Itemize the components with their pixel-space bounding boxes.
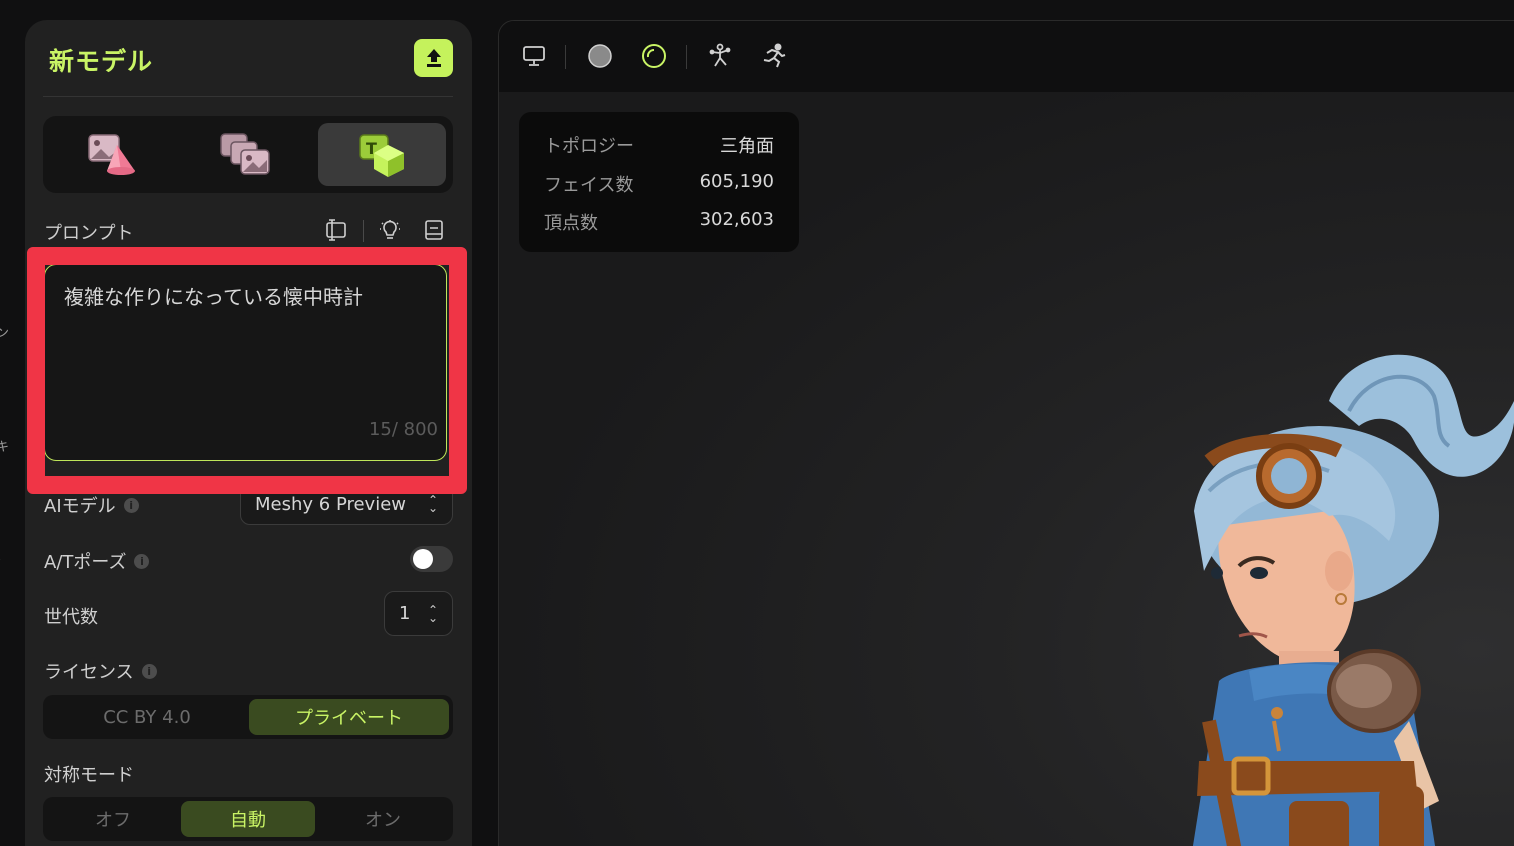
prompt-text[interactable]: 複雑な作りになっている懐中時計 [64,281,363,310]
stat-value: 三角面 [720,136,774,157]
generations-label: 世代数 [44,607,98,628]
symmetry-option-on[interactable]: オン [317,801,449,837]
upload-icon [426,49,441,67]
generations-label-row: 世代数 [44,603,98,629]
wireframe-sphere-icon [642,44,666,68]
info-icon[interactable]: i [134,553,150,569]
offscreen-sidebar-glyph: - [0,552,6,567]
license-option-cc-by[interactable]: CC BY 4.0 [47,699,247,735]
ai-model-label-row: AIモデル i [44,492,139,518]
ai-model-label: AIモデル [44,496,116,517]
toolbar-separator [686,45,687,69]
stat-row-vertices: 頂点数 302,603 [544,209,774,235]
stat-row-topology: トポロジー 三角面 [544,132,774,158]
mesh-stats-panel: トポロジー 三角面 フェイス数 605,190 頂点数 302,603 [519,112,799,252]
stat-row-faces: フェイス数 605,190 [544,171,774,197]
ai-model-select[interactable]: Meshy 6 Preview ⌃ ⌄ [240,483,453,525]
info-icon[interactable]: i [123,497,139,513]
chevron-updown-icon: ⌃ ⌄ [427,493,438,515]
app-root: ン キ - 新モデル [0,0,1514,846]
book-icon [425,220,443,240]
toolbar-separator [565,45,566,69]
3d-viewport[interactable]: トポロジー 三角面 フェイス数 605,190 頂点数 302,603 [498,20,1514,846]
prompt-label: プロンプト [44,223,134,244]
multi-image-to-3d-tab[interactable] [183,123,311,186]
generations-value: 1 [399,603,411,624]
running-icon [763,43,786,68]
panel-title: 新モデル [49,47,154,76]
at-pose-label-row: A/Tポーズ i [44,548,150,574]
char-count: 15/ 800 [368,419,438,440]
shaded-view-button[interactable] [587,43,613,69]
prompt-library-button[interactable] [422,218,446,242]
generation-mode-group: T [43,116,453,193]
image-to-3d-tab[interactable] [49,123,177,186]
symmetry-option-auto[interactable]: 自動 [181,801,315,837]
rig-icon [709,43,731,67]
generation-panel: 新モデル T プロンプト 複雑な作りになっている懐中時計 15/ 800 AIモ… [25,20,472,846]
license-option-private[interactable]: プライベート [249,699,449,735]
stat-label: トポロジー [544,136,634,157]
stat-value: 605,190 [699,171,774,192]
offscreen-sidebar-glyph: ン [0,326,10,341]
generations-stepper[interactable]: 1 ⌃ ⌄ [384,591,453,636]
prompt-textarea[interactable]: 複雑な作りになっている懐中時計 15/ 800 [44,264,447,461]
image-to-3d-icon [88,133,135,175]
symmetry-label-row: 対称モード [44,761,134,787]
lightbulb-icon [380,220,400,239]
license-label: ライセンス [44,662,134,683]
at-pose-label: A/Tポーズ [44,552,127,573]
license-segmented-control: CC BY 4.0 プライベート [43,695,453,739]
text-cursor-button[interactable] [324,218,348,242]
solid-sphere-icon [588,44,612,68]
monitor-icon [523,46,545,66]
at-pose-toggle[interactable] [410,546,453,572]
info-icon[interactable]: i [141,663,157,679]
symmetry-option-off[interactable]: オフ [47,801,179,837]
upload-button[interactable] [414,39,453,77]
text-cursor-icon [326,219,346,241]
viewport-toolbar [499,21,1514,92]
symmetry-segmented-control: オフ 自動 オン [43,797,453,841]
animate-button[interactable] [761,43,787,69]
stat-label: 頂点数 [544,213,598,234]
symmetry-label: 対称モード [44,765,134,786]
stat-label: フェイス数 [544,175,634,196]
text-to-3d-icon: T [359,133,404,177]
3d-model-preview [1192,354,1514,846]
rig-button[interactable] [707,43,733,69]
display-mode-button[interactable] [521,43,547,69]
license-label-row: ライセンス i [44,658,157,684]
offscreen-sidebar-glyph: キ [0,440,10,455]
header-divider [43,96,453,97]
multi-image-to-3d-icon [220,132,270,175]
text-to-3d-tab[interactable]: T [318,123,446,186]
prompt-suggestion-button[interactable] [378,218,402,242]
stat-value: 302,603 [699,209,774,230]
chevron-updown-icon: ⌃ ⌄ [427,602,438,625]
tool-separator [363,220,364,242]
wireframe-view-button[interactable] [641,43,667,69]
ai-model-value: Meshy 6 Preview [255,493,407,515]
toggle-knob [413,549,433,569]
